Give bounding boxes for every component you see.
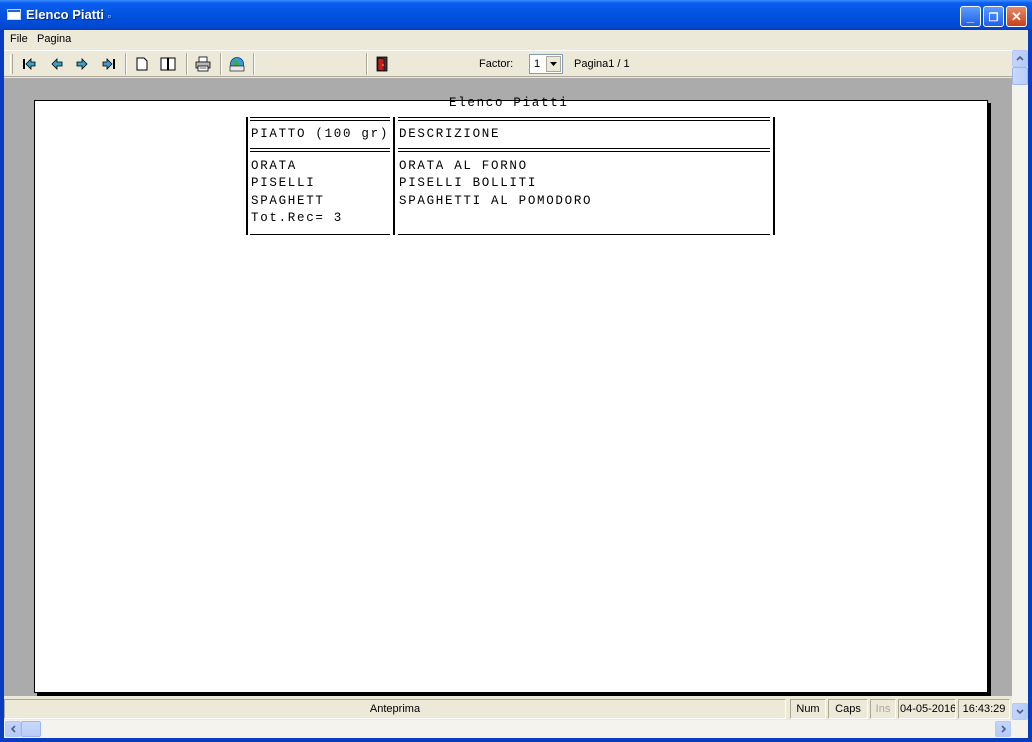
minimize-button[interactable]: _: [960, 6, 981, 27]
factor-value: 1: [534, 58, 541, 70]
chevron-down-icon: [1016, 709, 1024, 714]
factor-dropdown-button[interactable]: [546, 56, 561, 72]
status-num-lock: Num: [790, 699, 826, 719]
printer-icon: [195, 56, 211, 72]
menu-file[interactable]: File: [10, 33, 28, 45]
small-square-icon: ▫: [107, 11, 111, 21]
single-page-button[interactable]: [131, 54, 153, 74]
globe-icon: [229, 57, 245, 72]
table-cell: PISELLI BOLLITI: [399, 176, 538, 190]
factor-select[interactable]: 1: [529, 54, 563, 74]
two-pages-button[interactable]: [157, 54, 179, 74]
toolbar-separator: [186, 53, 188, 75]
table-header-bottom-rule: [250, 148, 390, 152]
table-border-right: [773, 117, 775, 235]
menu-bar: File Pagina: [4, 30, 1028, 49]
table-cell: PISELLI: [251, 176, 316, 190]
chevron-right-icon: [1000, 725, 1006, 733]
restore-icon: ❐: [988, 12, 999, 24]
table-cell: ORATA AL FORNO: [399, 159, 528, 173]
application-window: Elenco Piatti ▫ _ ❐ ✕ File Pagina Factor…: [0, 0, 1032, 742]
column-header-piatto: PIATTO (100 gr): [251, 127, 390, 141]
print-button[interactable]: [192, 54, 214, 74]
factor-label: Factor:: [479, 58, 514, 70]
last-page-icon: [102, 58, 115, 70]
previous-page-icon: [51, 58, 63, 70]
exit-door-icon: [376, 56, 388, 72]
scroll-down-button[interactable]: [1012, 703, 1028, 720]
restore-button[interactable]: ❐: [983, 6, 1004, 27]
table-cell: SPAGHETT: [251, 194, 325, 208]
page-indicator: Pagina1 / 1: [574, 58, 630, 70]
report-content: Elenco Piatti PIATTO (100 gr) DESCRIZION…: [35, 96, 989, 694]
toolbar-separator: [253, 53, 255, 75]
toolbar-separator: [125, 53, 127, 75]
chevron-left-icon: [10, 725, 16, 733]
window-title: Elenco Piatti ▫: [26, 7, 111, 22]
toolbar-separator: [366, 53, 368, 75]
scroll-right-button[interactable]: [995, 721, 1011, 737]
previous-page-button[interactable]: [46, 54, 68, 74]
report-page: Elenco Piatti PIATTO (100 gr) DESCRIZION…: [34, 96, 989, 694]
toolbar-separator: [220, 53, 222, 75]
minimize-icon: _: [966, 9, 975, 24]
chevron-down-icon: [550, 62, 557, 66]
toolbar-grip[interactable]: [10, 54, 13, 74]
close-button[interactable]: ✕: [1006, 6, 1027, 27]
table-cell: SPAGHETTI AL POMODORO: [399, 194, 593, 208]
table-header-top-rule: [398, 117, 770, 121]
status-mode: Anteprima: [4, 699, 786, 719]
scroll-up-button[interactable]: [1012, 50, 1028, 67]
web-export-button[interactable]: [226, 54, 248, 74]
close-icon: ✕: [1011, 9, 1022, 24]
app-window-icon[interactable]: [7, 9, 21, 20]
table-header-bottom-rule: [398, 148, 770, 152]
title-bar[interactable]: Elenco Piatti ▫ _ ❐ ✕: [0, 0, 1032, 30]
table-header-top-rule: [250, 117, 390, 121]
vertical-scrollbar[interactable]: [1012, 50, 1028, 720]
status-caps-lock: Caps: [828, 699, 868, 719]
next-page-button[interactable]: [71, 54, 93, 74]
first-page-button[interactable]: [18, 54, 40, 74]
status-time: 16:43:29: [958, 699, 1010, 719]
status-bar: Anteprima Num Caps Ins 04-05-2016 16:43:…: [4, 697, 1012, 720]
horizontal-scroll-thumb[interactable]: [21, 721, 41, 737]
horizontal-scrollbar[interactable]: [4, 720, 1028, 738]
single-page-icon: [136, 57, 148, 71]
next-page-icon: [76, 58, 88, 70]
two-pages-icon: [160, 57, 176, 71]
chevron-up-icon: [1016, 56, 1024, 61]
column-header-descrizione: DESCRIZIONE: [399, 127, 501, 141]
table-border-left: [246, 117, 248, 235]
menu-pagina[interactable]: Pagina: [37, 33, 71, 45]
table-column-divider: [393, 117, 395, 235]
record-total: Tot.Rec= 3: [251, 211, 344, 225]
table-bottom-rule: [250, 234, 390, 235]
status-date: 04-05-2016: [898, 699, 956, 719]
print-preview-area[interactable]: Elenco Piatti PIATTO (100 gr) DESCRIZION…: [4, 78, 1012, 696]
toolbar: Factor: 1 Pagina1 / 1: [4, 50, 1012, 77]
table-bottom-rule: [398, 234, 770, 235]
last-page-button[interactable]: [98, 54, 120, 74]
first-page-icon: [23, 58, 36, 70]
report-title: Elenco Piatti: [449, 96, 569, 110]
vertical-scroll-thumb[interactable]: [1012, 67, 1028, 85]
scroll-left-button[interactable]: [5, 721, 21, 737]
exit-button[interactable]: [371, 54, 393, 74]
status-insert: Ins: [870, 699, 896, 719]
table-cell: ORATA: [251, 159, 298, 173]
